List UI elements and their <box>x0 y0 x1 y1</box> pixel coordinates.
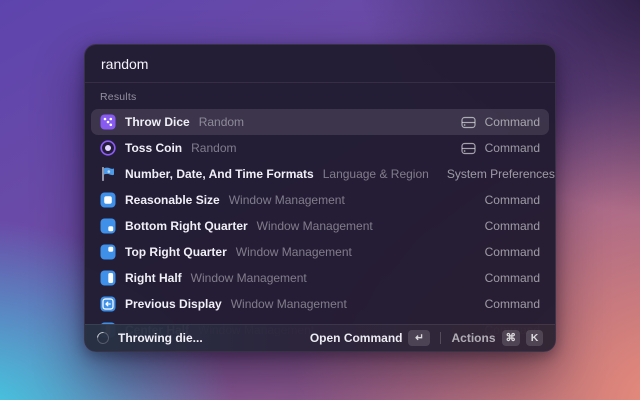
coin-icon <box>100 140 116 156</box>
k-key-badge: K <box>526 330 543 346</box>
command-type-icon <box>461 142 476 155</box>
result-title: Reasonable Size <box>125 193 220 207</box>
result-title: Top Right Quarter <box>125 245 227 259</box>
open-command-button[interactable]: Open Command ↵ <box>310 330 431 346</box>
language-region-flag-icon <box>100 166 116 182</box>
result-row-bottom-right-quarter[interactable]: Bottom Right Quarter Window Management C… <box>91 213 549 239</box>
footer-divider <box>440 332 441 344</box>
result-title: Right Half <box>125 271 182 285</box>
result-accessory: Command <box>485 297 540 311</box>
footer-bar: Throwing die... Open Command ↵ Actions ⌘… <box>85 324 555 351</box>
result-title: Bottom Right Quarter <box>125 219 248 233</box>
result-title: Number, Date, And Time Formats <box>125 167 314 181</box>
result-row-number-date-time-formats[interactable]: Number, Date, And Time Formats Language … <box>91 161 549 187</box>
search-bar <box>85 45 555 83</box>
return-key-badge: ↵ <box>408 330 430 346</box>
result-accessory: Command <box>485 271 540 285</box>
dice-icon <box>100 114 116 130</box>
cmd-key-badge: ⌘ <box>502 330 521 346</box>
result-subtitle: Window Management <box>257 219 373 233</box>
result-accessory: Command <box>485 141 540 155</box>
wm-top-right-quarter-icon <box>100 244 116 260</box>
result-row-throw-dice[interactable]: Throw Dice Random Command <box>91 109 549 135</box>
result-row-previous-display[interactable]: Previous Display Window Management Comma… <box>91 291 549 317</box>
open-command-label: Open Command <box>310 331 403 345</box>
result-subtitle: Random <box>199 115 244 129</box>
result-title: Previous Display <box>125 297 222 311</box>
result-accessory: Command <box>485 115 540 129</box>
result-subtitle: Window Management <box>231 297 347 311</box>
wm-bottom-right-quarter-icon <box>100 218 116 234</box>
result-accessory: Command <box>485 245 540 259</box>
result-title: Toss Coin <box>125 141 182 155</box>
result-row-top-right-quarter[interactable]: Top Right Quarter Window Management Comm… <box>91 239 549 265</box>
wm-right-half-icon <box>100 270 116 286</box>
result-row-right-half[interactable]: Right Half Window Management Command <box>91 265 549 291</box>
result-row-toss-coin[interactable]: Toss Coin Random Command <box>91 135 549 161</box>
status-text: Throwing die... <box>118 331 203 345</box>
result-row-reasonable-size[interactable]: Reasonable Size Window Management Comman… <box>91 187 549 213</box>
loading-spinner-icon <box>95 330 112 347</box>
actions-button[interactable]: Actions ⌘ K <box>451 330 543 346</box>
search-input[interactable] <box>101 56 539 72</box>
result-subtitle: Random <box>191 141 236 155</box>
result-subtitle: Window Management <box>191 271 307 285</box>
command-type-icon <box>461 116 476 129</box>
launcher-window: Results Throw Dice Random Command Toss C… <box>84 44 556 352</box>
actions-label: Actions <box>451 331 495 345</box>
result-accessory: System Preferences <box>447 167 555 181</box>
result-subtitle: Window Management <box>236 245 352 259</box>
result-accessory: Command <box>485 193 540 207</box>
results-section-header: Results <box>91 83 549 109</box>
wm-reasonable-size-icon <box>100 192 116 208</box>
wm-previous-display-icon <box>100 296 116 312</box>
result-subtitle: Language & Region <box>323 167 429 181</box>
results-list: Results Throw Dice Random Command Toss C… <box>85 83 555 352</box>
result-accessory: Command <box>485 219 540 233</box>
result-title: Throw Dice <box>125 115 190 129</box>
result-subtitle: Window Management <box>229 193 345 207</box>
